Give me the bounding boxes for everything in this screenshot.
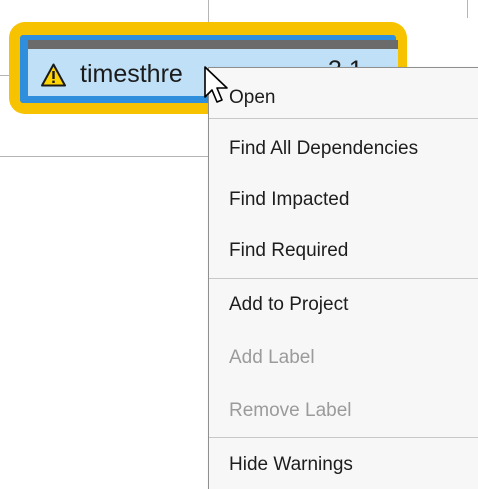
warning-icon [41, 63, 66, 87]
menu-separator [209, 278, 478, 279]
menu-item-find-required[interactable]: Find Required [229, 238, 348, 264]
menu-item-find-impacted[interactable]: Find Impacted [229, 187, 349, 213]
menu-item-remove-label[interactable]: Remove Label [229, 398, 352, 424]
dependency-graph-canvas[interactable]: timesthre 3 1 Open Find All Dependencies… [0, 0, 478, 489]
node-label: timesthre [80, 60, 183, 88]
menu-item-open[interactable]: Open [229, 85, 275, 111]
menu-separator [209, 118, 478, 119]
menu-item-find-all-dependencies[interactable]: Find All Dependencies [229, 136, 418, 162]
graph-edge [467, 0, 468, 18]
menu-item-add-to-project[interactable]: Add to Project [229, 292, 348, 318]
mouse-cursor-icon [204, 66, 228, 103]
menu-separator [209, 437, 478, 438]
graph-edge [0, 156, 210, 157]
menu-item-add-label[interactable]: Add Label [229, 345, 315, 371]
menu-item-hide-warnings[interactable]: Hide Warnings [229, 452, 353, 478]
context-menu: Open Find All Dependencies Find Impacted… [208, 67, 478, 489]
